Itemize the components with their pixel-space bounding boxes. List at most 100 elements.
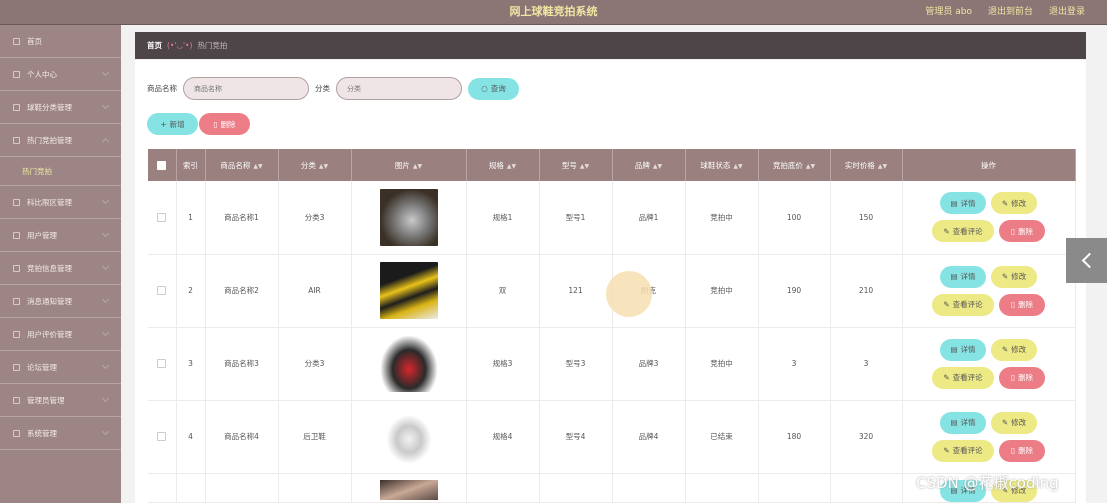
category-search-input[interactable]	[336, 77, 462, 100]
row-select-cell	[148, 327, 177, 401]
forum-icon	[13, 363, 20, 371]
cell-image	[351, 181, 467, 255]
column-header-sortable[interactable]: 分类 ▲▼	[278, 149, 352, 181]
category-icon	[13, 103, 20, 111]
sidebar-item-category[interactable]: 球鞋分类管理	[0, 91, 121, 124]
top-bar: 网上球鞋竞拍系统 管理员 abo 退出到前台 退出登录	[0, 0, 1107, 25]
sidebar-item-notifications[interactable]: 消息通知管理	[0, 285, 121, 318]
sidebar-item-users[interactable]: 用户管理	[0, 219, 121, 252]
delete-button[interactable]: ▯ 删除	[999, 366, 1045, 389]
shoe-image[interactable]	[379, 262, 438, 319]
sidebar-item-profile[interactable]: 个人中心	[0, 58, 121, 91]
review-label: 查看评论	[952, 300, 983, 309]
column-header-sortable[interactable]: 竞拍底价 ▲▼	[758, 149, 831, 181]
delete-button[interactable]: ▯ 删除	[999, 220, 1045, 243]
cell-price: 150	[830, 181, 903, 255]
sidebar-item-kobe-zone[interactable]: 科比限区管理	[0, 186, 121, 219]
query-button[interactable]: ○ 查询	[468, 77, 519, 100]
document-icon: ▤	[950, 418, 958, 427]
sidebar-subitem-hot-auction[interactable]: 热门竞拍	[0, 157, 121, 186]
column-header-sortable[interactable]: 型号 ▲▼	[539, 149, 613, 181]
column-header-sortable[interactable]: 商品名称 ▲▼	[205, 149, 279, 181]
sort-icon: ▲▼	[506, 162, 517, 170]
cell-index	[176, 473, 206, 503]
edit-button[interactable]: ✎ 修改	[991, 411, 1037, 434]
watermark: CSDN @花椒coding	[916, 474, 1059, 492]
shoe-image[interactable]	[379, 479, 438, 500]
cell-brand: 品牌4	[612, 400, 686, 474]
view-reviews-button[interactable]: ✎ 查看评论	[932, 366, 994, 389]
admin-icon	[13, 396, 20, 404]
row-checkbox[interactable]	[157, 286, 167, 296]
chevron-up-icon	[101, 137, 110, 146]
edit-button[interactable]: ✎ 修改	[991, 192, 1037, 215]
sidebar-item-reviews[interactable]: 用户评价管理	[0, 318, 121, 351]
cell-status	[685, 473, 759, 503]
row-checkbox[interactable]	[157, 359, 167, 369]
cell-status: 竞拍中	[685, 181, 759, 255]
delete-button[interactable]: ▯ 删除	[999, 293, 1045, 316]
column-header-sortable[interactable]: 图片 ▲▼	[351, 149, 467, 181]
delete-button[interactable]: ▯ 删除	[999, 439, 1045, 462]
shoe-image[interactable]	[379, 188, 438, 246]
table-row: 1 商品名称1 分类3 规格1 型号1 品牌1 竞拍中 100 150 ▤ 详情 ✎…	[148, 181, 1076, 255]
view-reviews-button[interactable]: ✎ 查看评论	[932, 439, 994, 462]
column-header-sortable[interactable]: 品牌 ▲▼	[612, 149, 686, 181]
trash-icon: ▯	[1010, 300, 1016, 309]
sort-icon: ▲▼	[579, 162, 590, 170]
edit-button[interactable]: ✎ 修改	[991, 338, 1037, 361]
breadcrumb-home[interactable]: 首页	[147, 40, 162, 51]
row-checkbox[interactable]	[157, 213, 167, 222]
logout-link[interactable]: 退出登录	[1049, 4, 1085, 17]
cell-brand	[612, 473, 686, 503]
edit-label: 修改	[1011, 198, 1027, 208]
detail-label: 详情	[960, 272, 976, 281]
admin-user-label[interactable]: 管理员 abo	[925, 4, 972, 17]
cell-base-price: 180	[758, 400, 831, 474]
sidebar-item-admins[interactable]: 管理员管理	[0, 384, 121, 417]
document-icon: ▤	[950, 345, 958, 354]
info-icon	[13, 264, 20, 272]
edit-button[interactable]: ✎ 修改	[991, 265, 1037, 288]
cell-image	[351, 473, 467, 503]
pencil-icon: ✎	[943, 446, 950, 455]
column-header-label: 实时价格	[844, 160, 875, 170]
name-search-input[interactable]	[183, 77, 309, 100]
detail-button[interactable]: ▤ 详情	[940, 192, 986, 215]
cell-status: 竞拍中	[685, 327, 759, 401]
row-checkbox[interactable]	[157, 432, 167, 442]
table-row: 4 商品名称4 后卫鞋 规格4 型号4 品牌4 已结束 180 320 ▤ 详情 ✎…	[148, 400, 1076, 474]
category-filter-label: 分类	[315, 84, 330, 93]
view-reviews-button[interactable]: ✎ 查看评论	[932, 220, 994, 243]
cell-base-price	[758, 473, 831, 503]
sidebar-item-hot-auction[interactable]: 热门竞拍管理	[0, 124, 121, 157]
back-to-frontend-link[interactable]: 退出到前台	[988, 4, 1033, 17]
sidebar-item-system[interactable]: 系统管理	[0, 417, 121, 450]
delete-label: 删除	[220, 119, 236, 129]
cell-index: 2	[176, 254, 206, 328]
bulk-delete-button[interactable]: ▯ 删除	[199, 113, 250, 135]
trash-icon: ▯	[213, 119, 218, 129]
shoe-image[interactable]	[379, 408, 438, 465]
add-button[interactable]: + 新增	[147, 113, 198, 135]
column-header-sortable[interactable]: 实时价格 ▲▼	[830, 149, 903, 181]
top-right-links: 管理员 abo 退出到前台 退出登录	[925, 4, 1085, 17]
row-select-cell	[148, 254, 177, 328]
sidebar-item-forum[interactable]: 论坛管理	[0, 351, 121, 384]
detail-button[interactable]: ▤ 详情	[940, 411, 986, 434]
shoe-image[interactable]	[379, 335, 438, 392]
sidebar-item-home[interactable]: 首页	[0, 25, 121, 58]
detail-button[interactable]: ▤ 详情	[940, 265, 986, 288]
column-header-sortable[interactable]: 球鞋状态 ▲▼	[685, 149, 759, 181]
column-header-sortable[interactable]: 规格 ▲▼	[466, 149, 540, 181]
select-all-checkbox[interactable]	[157, 160, 167, 170]
view-reviews-button[interactable]: ✎ 查看评论	[932, 293, 994, 316]
name-filter-label: 商品名称	[147, 84, 177, 93]
cell-image	[351, 400, 467, 474]
side-panel-toggle[interactable]	[1066, 238, 1107, 283]
edit-label: 修改	[1011, 345, 1027, 354]
sidebar-item-auction-info[interactable]: 竞拍信息管理	[0, 252, 121, 285]
detail-button[interactable]: ▤ 详情	[940, 338, 986, 361]
search-bar: 商品名称 分类 ○查询	[147, 77, 519, 100]
cell-operations: ▤ 详情 ✎ 修改 ✎ 查看评论 ▯ 删除	[902, 327, 1076, 401]
